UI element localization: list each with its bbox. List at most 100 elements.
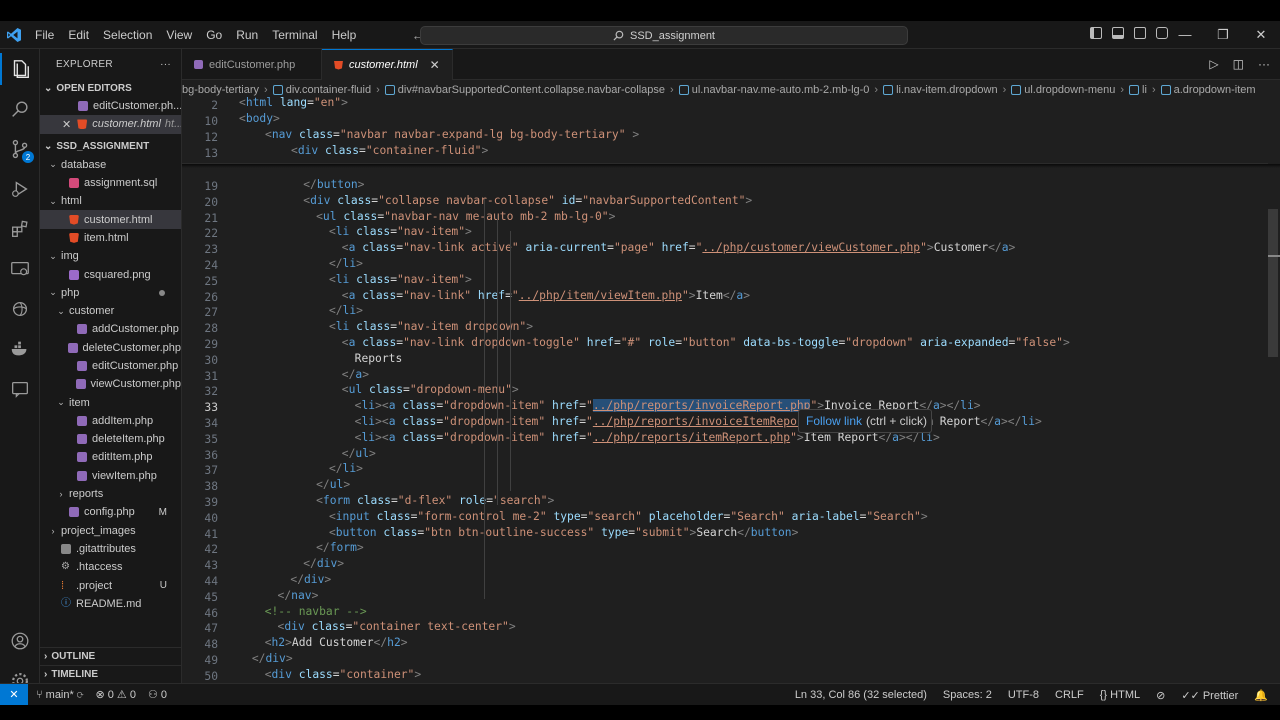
tree-folder[interactable]: ⌄ php — [40, 284, 181, 302]
tree-folder[interactable]: › project_images — [40, 522, 181, 540]
more-actions-icon[interactable]: ··· — [160, 59, 171, 70]
remote-indicator-icon[interactable]: ✕ — [0, 683, 28, 705]
menu-file[interactable]: File — [28, 21, 61, 49]
timeline-header[interactable]: › TIMELINE — [40, 665, 181, 683]
tree-file[interactable]: deleteItem.php — [40, 430, 181, 448]
open-editor-item-active[interactable]: ✕ customer.html ht... — [40, 115, 181, 134]
tree-item-label: addItem.php — [92, 414, 154, 427]
sync-icon[interactable]: ⟳ — [77, 689, 84, 701]
php-file-icon — [77, 415, 87, 426]
close-editor-icon[interactable]: ✕ — [62, 118, 71, 131]
run-file-icon[interactable]: ▷ — [1209, 57, 1218, 71]
toggle-panel-icon[interactable] — [1112, 27, 1124, 39]
open-editors-header[interactable]: ⌄ OPEN EDITORS — [40, 79, 181, 97]
tree-file[interactable]: ⁞ .project U — [40, 576, 181, 594]
menu-view[interactable]: View — [159, 21, 199, 49]
tree-file[interactable]: csquared.png — [40, 265, 181, 283]
scrollbar-thumb[interactable] — [1268, 209, 1278, 357]
breadcrumb-item[interactable]: li.nav-item.dropdown — [883, 84, 998, 96]
notifications-icon[interactable]: 🔔 — [1254, 689, 1268, 702]
menu-edit[interactable]: Edit — [61, 21, 96, 49]
braces-icon: {} — [1099, 689, 1108, 701]
follow-link-text[interactable]: Follow link — [806, 414, 862, 428]
tree-file[interactable]: ⚙ .htaccess — [40, 558, 181, 576]
tree-file[interactable]: addCustomer.php — [40, 320, 181, 338]
tree-folder[interactable]: ⌄ img — [40, 247, 181, 265]
menu-go[interactable]: Go — [199, 21, 229, 49]
tree-folder[interactable]: ⌄ customer — [40, 302, 181, 320]
explorer-sidebar: EXPLORER ··· ⌄ OPEN EDITORS editCustomer.… — [40, 49, 182, 683]
ports-indicator[interactable]: ⚇ 0 — [148, 688, 167, 701]
remote-explorer-icon[interactable] — [0, 249, 40, 289]
tree-item-label: viewCustomer.php — [90, 378, 182, 391]
close-tab-icon[interactable]: ✕ — [430, 58, 440, 72]
breadcrumb-item[interactable]: a.dropdown-item — [1160, 84, 1256, 96]
explorer-icon[interactable] — [0, 49, 40, 89]
tree-file[interactable]: addItem.php — [40, 412, 181, 430]
extensions-icon[interactable] — [0, 209, 40, 249]
php-file-icon — [75, 379, 86, 390]
line-number: 21 — [204, 211, 218, 225]
menu-help[interactable]: Help — [325, 21, 364, 49]
cursor-position[interactable]: Ln 33, Col 86 (32 selected) — [795, 689, 927, 701]
tree-file[interactable]: editCustomer.php — [40, 357, 181, 375]
tree-file[interactable]: editItem.php — [40, 448, 181, 466]
account-icon[interactable] — [0, 621, 40, 661]
minimize-icon[interactable]: — — [1166, 21, 1204, 49]
gitc-file-icon — [61, 543, 71, 554]
command-center-search[interactable]: SSD_assignment — [420, 26, 908, 45]
tab-customer-html[interactable]: customer.html ✕ — [322, 49, 453, 80]
split-editor-icon[interactable]: ◫ — [1233, 57, 1244, 71]
encoding[interactable]: UTF-8 — [1008, 689, 1039, 701]
tree-file[interactable]: deleteCustomer.php — [40, 339, 181, 357]
open-editor-item[interactable]: editCustomer.ph... — [40, 97, 181, 115]
more-actions-icon[interactable]: ··· — [1258, 57, 1270, 71]
tree-file[interactable]: viewItem.php — [40, 467, 181, 485]
language-mode[interactable]: {} HTML — [1100, 689, 1140, 701]
toggle-primary-sidebar-icon[interactable] — [1090, 27, 1102, 39]
code-line: </div> — [251, 652, 293, 665]
tree-file[interactable]: viewCustomer.php — [40, 375, 181, 393]
copilot-status-icon[interactable]: ⊘ — [1156, 689, 1165, 702]
tab-editcustomer[interactable]: editCustomer.php — [182, 49, 322, 80]
copilot-icon[interactable] — [0, 289, 40, 329]
prettier-status[interactable]: ✓✓ Prettier — [1181, 689, 1238, 702]
breadcrumb-item[interactable]: ul.dropdown-menu — [1011, 84, 1115, 96]
menu-run[interactable]: Run — [229, 21, 265, 49]
tree-file[interactable]: assignment.sql — [40, 174, 181, 192]
tree-file[interactable]: config.php M — [40, 503, 181, 521]
search-icon[interactable] — [0, 89, 40, 129]
line-number: 29 — [204, 338, 218, 351]
tree-file[interactable]: .gitattributes — [40, 540, 181, 558]
tree-file[interactable]: customer.html — [40, 210, 181, 229]
menu-selection[interactable]: Selection — [96, 21, 159, 49]
line-number: 32 — [204, 385, 218, 399]
code-line: <ul class="navbar-nav me-auto mb-2 mb-lg… — [316, 209, 616, 223]
branch-indicator[interactable]: ⑂ main* ⟳ — [36, 689, 83, 701]
tree-folder[interactable]: ⌄ item — [40, 393, 181, 411]
tree-folder[interactable]: › reports — [40, 485, 181, 503]
source-control-icon[interactable]: 2 — [0, 129, 40, 169]
end-of-line[interactable]: CRLF — [1055, 689, 1084, 701]
breadcrumb-item[interactable]: div#navbarSupportedContent.collapse.navb… — [384, 84, 665, 96]
breadcrumb-item[interactable]: bg-body-tertiary — [182, 84, 259, 96]
toggle-secondary-sidebar-icon[interactable] — [1134, 27, 1146, 39]
close-window-icon[interactable]: ✕ — [1242, 21, 1280, 49]
indentation[interactable]: Spaces: 2 — [943, 689, 992, 701]
breadcrumb-item[interactable]: div.container-fluid — [272, 84, 371, 96]
vscode-window: File Edit Selection View Go Run Terminal… — [0, 21, 1280, 705]
outline-header[interactable]: › OUTLINE — [40, 647, 181, 665]
project-header[interactable]: ⌄ SSD_ASSIGNMENT — [40, 138, 181, 156]
breadcrumb-item[interactable]: ul.navbar-nav.me-auto.mb-2.mb-lg-0 — [678, 84, 869, 96]
run-debug-icon[interactable] — [0, 169, 40, 209]
tree-file[interactable]: ⓘ README.md — [40, 595, 181, 613]
tree-folder[interactable]: ⌄ html — [40, 192, 181, 210]
problems-indicator[interactable]: ⊗ 0 ⚠ 0 — [95, 688, 136, 701]
breadcrumb-item[interactable]: li — [1129, 84, 1147, 96]
menu-terminal[interactable]: Terminal — [265, 21, 324, 49]
tree-folder[interactable]: ⌄ database — [40, 156, 181, 174]
restore-icon[interactable]: ❐ — [1204, 21, 1242, 49]
tree-file[interactable]: item.html — [40, 229, 181, 247]
chat-icon[interactable] — [0, 369, 40, 409]
docker-icon[interactable] — [0, 329, 40, 369]
